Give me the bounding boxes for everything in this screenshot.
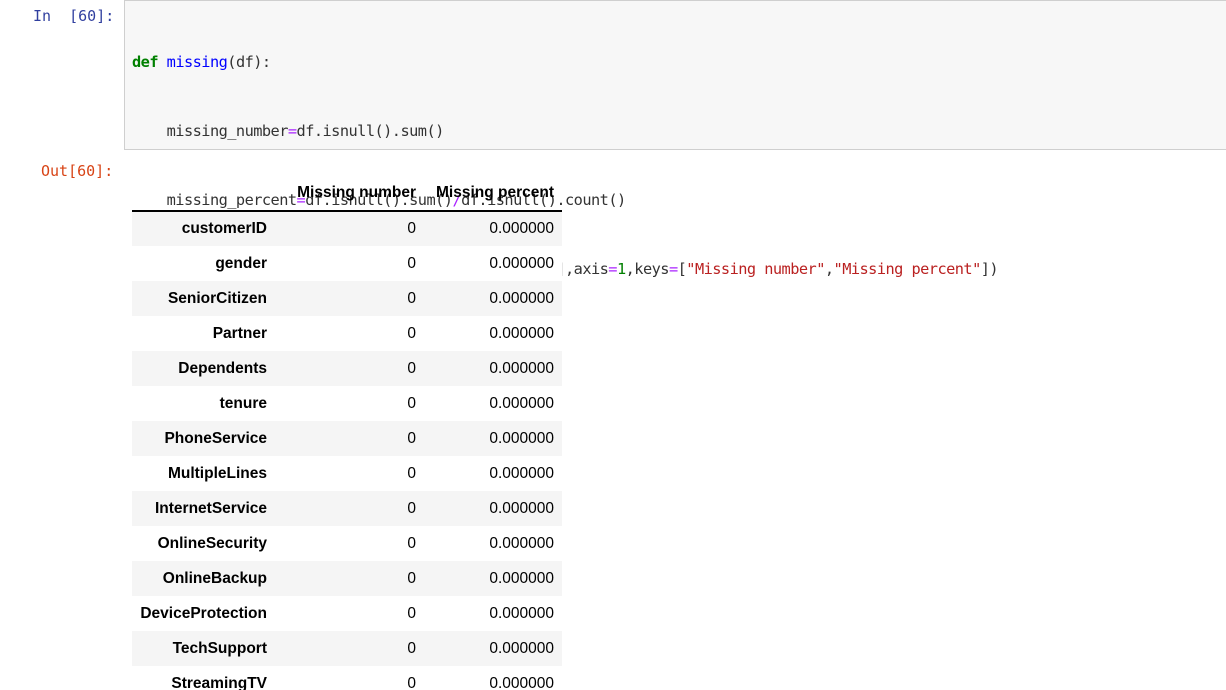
keyword: def xyxy=(132,53,159,71)
row-index: customerID xyxy=(181,220,267,237)
missing-number-cell: 0 xyxy=(407,394,416,412)
row-index: OnlineBackup xyxy=(162,569,267,587)
missing-number-cell: 0 xyxy=(407,639,416,657)
index-header xyxy=(132,176,275,212)
code-line-1: def missing(df): xyxy=(132,51,998,74)
table-header-row: Missing number Missing percent xyxy=(132,176,562,212)
number-literal: 1 xyxy=(616,260,626,278)
row-index: OnlineSecurity xyxy=(157,534,267,552)
row-index: Partner xyxy=(212,324,267,342)
missing-number-cell: 0 xyxy=(407,289,416,307)
missing-number-cell: 0 xyxy=(407,569,416,587)
missing-percent-cell: 0.000000 xyxy=(489,464,554,482)
operator: = xyxy=(668,260,678,278)
row-index: Dependents xyxy=(178,359,267,377)
missing-number-cell: 0 xyxy=(407,464,416,482)
missing-percent-cell: 0.000000 xyxy=(489,499,554,517)
table-row: TechSupport 0 0.000000 xyxy=(132,631,562,666)
missing-percent-cell: 0.000000 xyxy=(489,220,554,237)
missing-number-cell: 0 xyxy=(407,429,416,447)
table-row: OnlineBackup 0 0.000000 xyxy=(132,561,562,596)
string-literal: "Missing number" xyxy=(686,260,825,278)
missing-percent-cell: 0.000000 xyxy=(489,429,554,447)
operator: = xyxy=(608,260,617,278)
row-index: DeviceProtection xyxy=(140,604,267,622)
code-text: missing_number xyxy=(166,122,289,140)
input-prompt: In [60]: xyxy=(33,7,115,25)
operator: = xyxy=(287,122,297,140)
missing-number-cell: 0 xyxy=(407,324,416,342)
row-index: InternetService xyxy=(155,499,267,517)
row-index: tenure xyxy=(219,394,267,412)
string-literal: "Missing percent" xyxy=(833,260,982,278)
function-name: missing xyxy=(166,53,228,71)
missing-percent-cell: 0.000000 xyxy=(489,639,554,657)
code-input-area[interactable]: def missing(df): missing_number=df.isnul… xyxy=(124,0,1226,416)
missing-percent-cell: 0.000000 xyxy=(489,359,554,377)
missing-percent-cell: 0.000000 xyxy=(489,604,554,622)
table-row: Partner 0 0.000000 xyxy=(132,316,562,351)
missing-percent-cell: 0.000000 xyxy=(489,674,554,690)
table-row: Dependents 0 0.000000 xyxy=(132,351,562,386)
column-header: Missing percent xyxy=(424,176,562,212)
code-text: [ xyxy=(677,260,687,278)
missing-percent-cell: 0.000000 xyxy=(489,254,554,272)
row-index: MultipleLines xyxy=(167,464,267,482)
missing-percent-cell: 0.000000 xyxy=(489,324,554,342)
missing-percent-cell: 0.000000 xyxy=(489,394,554,412)
row-index: TechSupport xyxy=(172,639,267,657)
table-row: SeniorCitizen 0 0.000000 xyxy=(132,281,562,316)
row-index: StreamingTV xyxy=(171,674,267,690)
missing-number-cell: 0 xyxy=(407,534,416,552)
dataframe-table: Missing number Missing percent customerI… xyxy=(132,176,562,690)
row-index: gender xyxy=(215,254,267,272)
row-index: PhoneService xyxy=(164,429,267,447)
code-text: df.isnull().sum() xyxy=(296,122,445,140)
code-text: (df): xyxy=(227,53,271,71)
missing-number-cell: 0 xyxy=(407,254,416,272)
table-row: InternetService 0 0.000000 xyxy=(132,491,562,526)
output-prompt: Out[60]: xyxy=(41,162,114,180)
table-row: gender 0 0.000000 xyxy=(132,246,562,281)
table-row: PhoneService 0 0.000000 xyxy=(132,421,562,456)
missing-number-cell: 0 xyxy=(407,359,416,377)
missing-percent-cell: 0.000000 xyxy=(489,534,554,552)
table-row: DeviceProtection 0 0.000000 xyxy=(132,596,562,631)
table-row: tenure 0 0.000000 xyxy=(132,386,562,421)
missing-percent-cell: 0.000000 xyxy=(489,569,554,587)
code-text: ,keys xyxy=(625,260,670,278)
column-header: Missing number xyxy=(275,176,424,212)
table-body: customerID 0 0.000000 gender 0 0.000000 Seni… xyxy=(132,211,562,690)
row-index: SeniorCitizen xyxy=(167,289,267,307)
missing-number-cell: 0 xyxy=(407,220,416,237)
table-row: StreamingTV 0 0.000000 xyxy=(132,666,562,690)
code-line-2: missing_number=df.isnull().sum() xyxy=(132,120,998,143)
missing-number-cell: 0 xyxy=(407,674,416,690)
table-row: OnlineSecurity 0 0.000000 xyxy=(132,526,562,561)
code-text: , xyxy=(824,260,834,278)
missing-percent-cell: 0.000000 xyxy=(489,289,554,307)
table-row: MultipleLines 0 0.000000 xyxy=(132,456,562,491)
missing-number-cell: 0 xyxy=(407,604,416,622)
table-row: customerID 0 0.000000 xyxy=(132,211,562,246)
missing-number-cell: 0 xyxy=(407,499,416,517)
code-text: ]) xyxy=(980,260,999,278)
